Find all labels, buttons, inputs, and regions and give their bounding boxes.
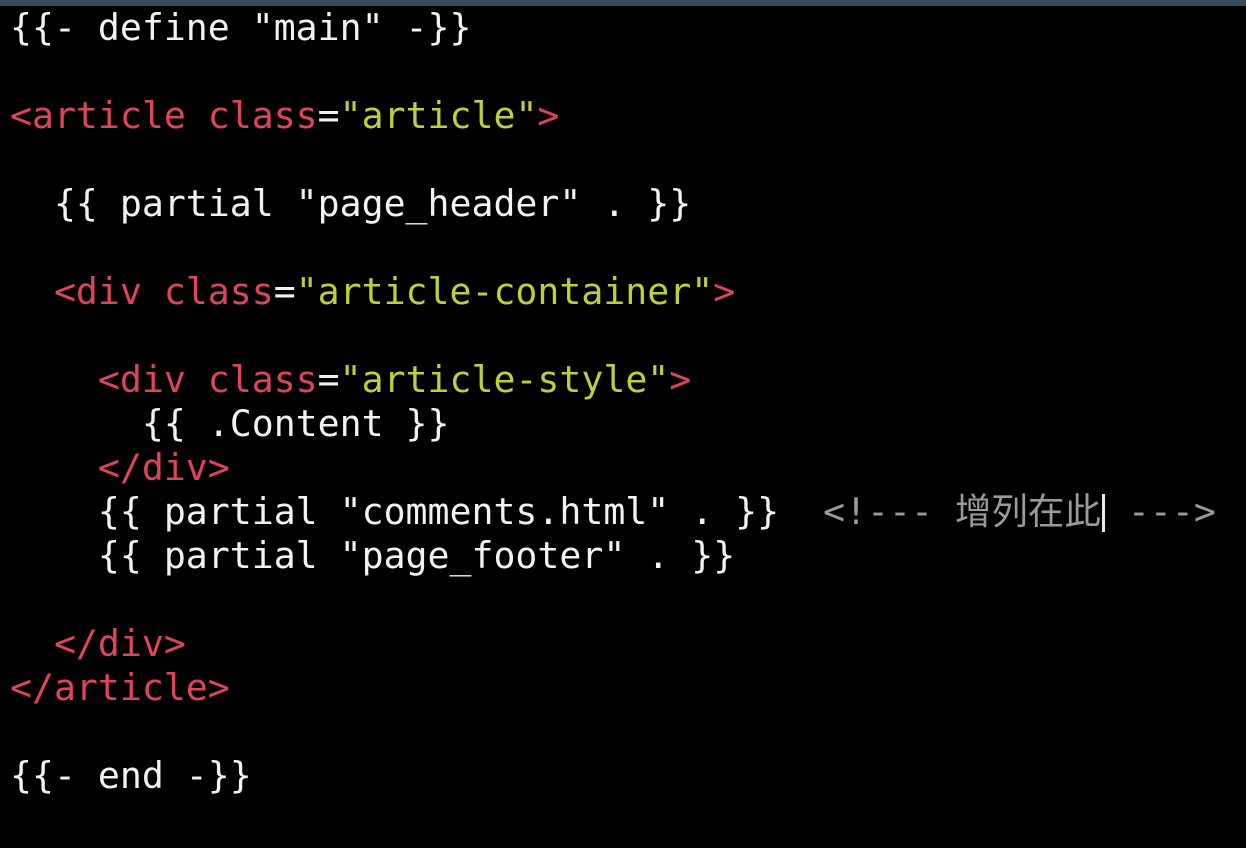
code-line[interactable]: </article> [10, 666, 1216, 710]
code-token-tag: </div> [10, 446, 230, 489]
code-token-txt: = [317, 358, 340, 401]
code-line[interactable] [10, 314, 1216, 358]
code-token-txt: {{ partial "page_footer" . }} [10, 534, 736, 577]
code-line[interactable]: </div> [10, 446, 1216, 490]
code-token-txt: {{- define "main" -}} [10, 6, 472, 49]
code-line[interactable] [10, 578, 1216, 622]
code-token-str: "article-container" [295, 270, 714, 313]
code-line[interactable] [10, 138, 1216, 182]
code-token-cmt: ---> [1105, 490, 1216, 533]
code-line[interactable]: <div class="article-container"> [10, 270, 1216, 314]
code-token-tag: > [537, 94, 560, 137]
code-token-tag: class [207, 358, 318, 401]
code-token-tag: <div [10, 358, 208, 401]
code-line[interactable] [10, 50, 1216, 94]
code-token-tag: <div [10, 270, 164, 313]
code-line[interactable] [10, 710, 1216, 754]
code-line[interactable]: {{- define "main" -}} [10, 6, 1216, 50]
code-token-tag: > [713, 270, 736, 313]
code-token-cmt: <!--- 增列在此 [823, 490, 1101, 533]
code-token-txt: {{- end -}} [10, 754, 252, 797]
text-cursor [1101, 494, 1105, 532]
code-line[interactable]: {{ .Content }} [10, 402, 1216, 446]
code-token-tag: > [669, 358, 692, 401]
code-token-tag: class [163, 270, 274, 313]
code-token-tag: </article> [10, 666, 230, 709]
code-token-txt: {{ partial "page_header" . }} [10, 182, 692, 225]
code-line[interactable]: {{ partial "page_header" . }} [10, 182, 1216, 226]
code-token-txt: = [317, 94, 340, 137]
code-token-txt: {{ .Content }} [10, 402, 450, 445]
code-line[interactable]: </div> [10, 622, 1216, 666]
code-area[interactable]: {{- define "main" -}} <article class="art… [10, 6, 1216, 798]
code-token-str: "article-style" [339, 358, 670, 401]
code-editor[interactable]: {{- define "main" -}} <article class="art… [0, 0, 1246, 848]
code-token-str: "article" [339, 94, 538, 137]
code-token-tag: <article [10, 94, 208, 137]
code-token-tag: class [207, 94, 318, 137]
code-line[interactable] [10, 226, 1216, 270]
code-token-txt: = [273, 270, 296, 313]
code-token-tag: </div> [10, 622, 186, 665]
code-line[interactable]: {{ partial "comments.html" . }} <!--- 增列… [10, 490, 1216, 534]
code-line[interactable]: <article class="article"> [10, 94, 1216, 138]
code-line[interactable]: {{ partial "page_footer" . }} [10, 534, 1216, 578]
code-token-txt: {{ partial "comments.html" . }} [10, 490, 824, 533]
code-line[interactable]: <div class="article-style"> [10, 358, 1216, 402]
code-line[interactable]: {{- end -}} [10, 754, 1216, 798]
